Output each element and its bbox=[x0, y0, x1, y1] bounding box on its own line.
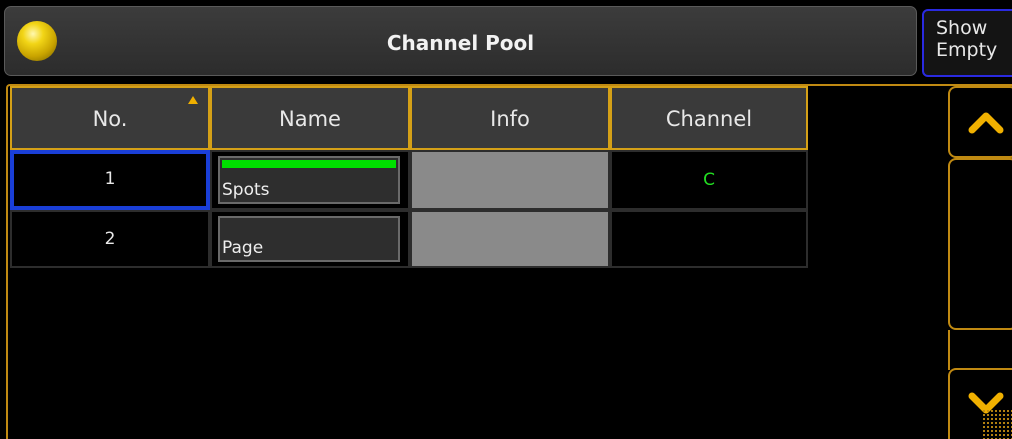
column-header-channel[interactable]: Channel bbox=[610, 86, 808, 150]
scrollbar-gap bbox=[948, 330, 1012, 370]
row-1-name-value: Spots bbox=[222, 180, 270, 200]
show-empty-button[interactable]: Show Empty bbox=[922, 9, 1012, 77]
row-2-name-button[interactable]: Page bbox=[218, 216, 400, 262]
table-row-1-channel[interactable]: C bbox=[610, 150, 808, 210]
column-header-no[interactable]: No. bbox=[10, 86, 210, 150]
column-header-name-label: Name bbox=[279, 107, 341, 131]
show-empty-label-line2: Empty bbox=[936, 39, 998, 61]
scrollbar-track[interactable] bbox=[948, 158, 1012, 330]
row-1-name-button[interactable]: Spots bbox=[218, 156, 400, 204]
column-header-channel-label: Channel bbox=[665, 107, 753, 131]
row-1-color-bar bbox=[222, 160, 396, 168]
row-1-channel-value: C bbox=[703, 170, 715, 190]
column-header-no-label: No. bbox=[92, 107, 128, 131]
title-bar: Channel Pool bbox=[4, 6, 917, 76]
resize-grip-icon[interactable] bbox=[982, 409, 1012, 439]
column-header-info[interactable]: Info bbox=[410, 86, 610, 150]
scroll-up-button[interactable] bbox=[948, 86, 1012, 158]
column-header-name[interactable]: Name bbox=[210, 86, 410, 150]
table-row-1-no[interactable]: 1 bbox=[10, 150, 210, 210]
table-row-2-no[interactable]: 2 bbox=[10, 210, 210, 268]
show-empty-label-line1: Show bbox=[936, 17, 988, 39]
window-title: Channel Pool bbox=[386, 31, 535, 55]
table-row-2-channel[interactable] bbox=[610, 210, 808, 268]
table-row-1-name[interactable]: Spots bbox=[210, 150, 410, 210]
chevron-up-icon bbox=[968, 112, 1004, 134]
row-2-no-value: 2 bbox=[104, 229, 116, 249]
table-row-2-info[interactable] bbox=[410, 210, 610, 268]
row-1-no-value: 1 bbox=[104, 169, 116, 189]
row-2-name-value: Page bbox=[222, 238, 264, 258]
scroll-down-button[interactable] bbox=[948, 368, 1012, 439]
sort-ascending-icon bbox=[188, 96, 198, 104]
column-header-info-label: Info bbox=[490, 107, 530, 131]
table-row-1-info[interactable] bbox=[410, 150, 610, 210]
table-row-2-name[interactable]: Page bbox=[210, 210, 410, 268]
